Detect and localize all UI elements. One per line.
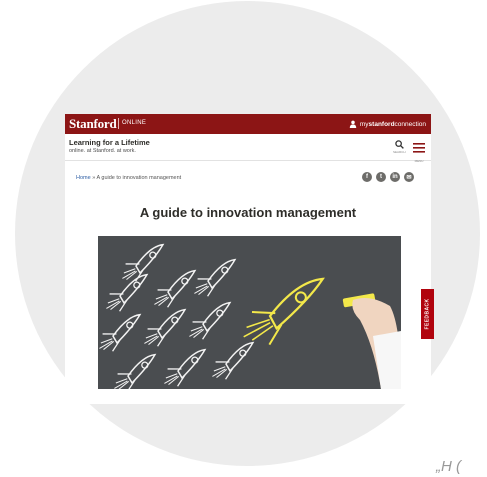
cropped-corner-text: „H (	[436, 458, 461, 475]
feedback-tab[interactable]: FEEDBACK	[421, 289, 434, 339]
page-title: A guide to innovation management	[139, 205, 357, 220]
email-icon[interactable]: ✉	[404, 172, 414, 182]
rockets-illustration	[98, 242, 401, 389]
account-brand: stanford	[368, 120, 395, 128]
top-bar: Stanford ONLINE mystanfordconnection	[65, 114, 431, 134]
hamburger-icon	[413, 143, 425, 153]
breadcrumb: Home » A guide to innovation management	[76, 175, 181, 181]
facebook-icon[interactable]: f	[362, 172, 372, 182]
breadcrumb-current: A guide to innovation management	[96, 175, 182, 181]
sub-header: Learning for a Lifetime online. at Stanf…	[65, 134, 431, 163]
menu-label: MENU	[414, 159, 424, 163]
breadcrumb-separator: »	[92, 175, 96, 181]
mystanford-connection-link[interactable]: mystanfordconnection	[349, 120, 426, 128]
logo-online: ONLINE	[122, 120, 147, 126]
menu-button[interactable]: MENU	[412, 140, 426, 163]
breadcrumb-home[interactable]: Home	[76, 175, 91, 181]
search-button[interactable]: SEARCH	[393, 140, 406, 154]
account-prefix: my	[359, 120, 369, 128]
webpage-screenshot: Stanford ONLINE mystanfordconnection Lea…	[65, 114, 431, 404]
search-label: SEARCH	[393, 150, 406, 154]
stanford-logo[interactable]: Stanford	[69, 116, 117, 132]
yellow-rocket	[243, 277, 325, 346]
person-icon	[349, 120, 357, 128]
social-share: f t in ✉	[362, 172, 414, 182]
search-icon	[394, 140, 404, 149]
tagline-subtitle: online. at Stanford. at work.	[69, 148, 136, 154]
logo-divider	[118, 118, 119, 129]
feedback-label: FEEDBACK	[424, 298, 431, 330]
account-suffix: connection	[394, 120, 426, 128]
hero-image	[98, 236, 401, 389]
tagline-title: Learning for a Lifetime	[69, 138, 150, 147]
linkedin-icon[interactable]: in	[390, 172, 400, 182]
twitter-icon[interactable]: t	[376, 172, 386, 182]
